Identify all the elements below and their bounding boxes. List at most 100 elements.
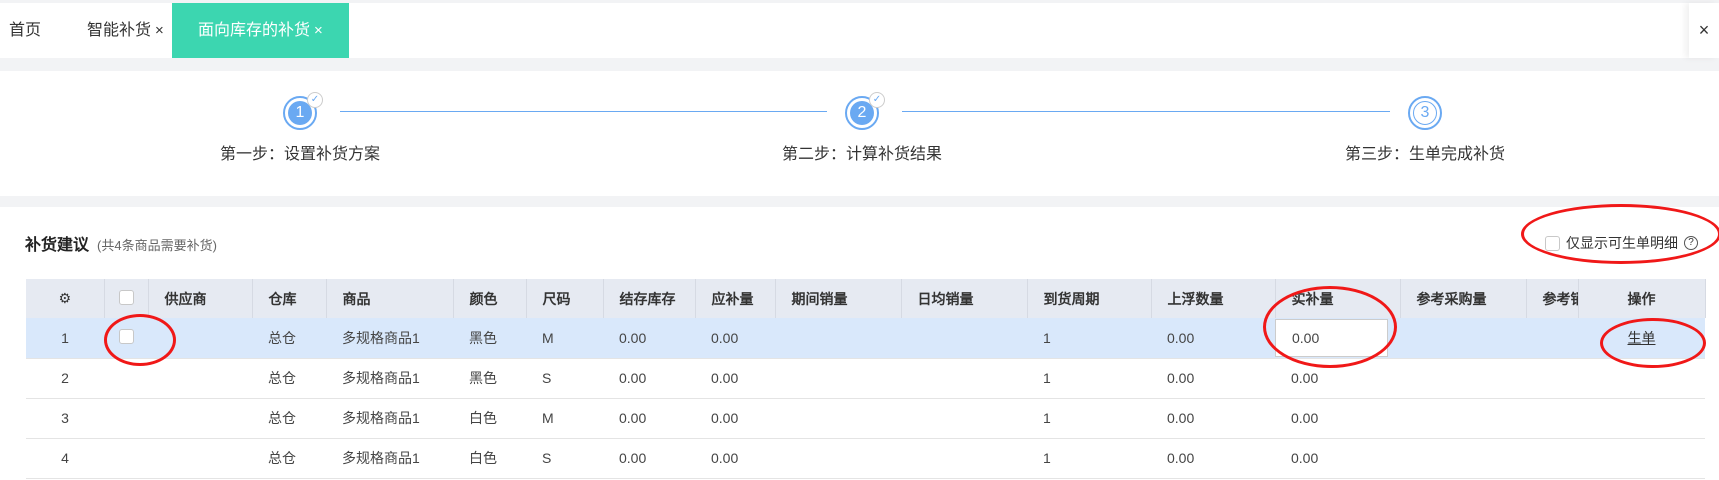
col-color[interactable]: 颜色 bbox=[453, 279, 527, 318]
select-all-checkbox[interactable] bbox=[104, 279, 149, 318]
cell-stock: 0.00 bbox=[603, 438, 695, 479]
checkbox[interactable] bbox=[118, 328, 134, 344]
cell-period bbox=[775, 358, 901, 399]
section-subtitle: (共4条商品需要补货) bbox=[97, 238, 217, 253]
tab-smart-replenish[interactable]: 智能补货 × bbox=[87, 3, 164, 58]
cell-cycle: 1 bbox=[1027, 318, 1151, 359]
cell-daily bbox=[901, 438, 1027, 479]
col-stock[interactable]: 结存库存 bbox=[603, 279, 696, 318]
cell-daily bbox=[901, 358, 1027, 399]
section-title: 补货建议 (共4条商品需要补货) bbox=[25, 231, 217, 255]
row-checkbox-cell bbox=[104, 358, 148, 399]
cell-stock: 0.00 bbox=[603, 318, 695, 359]
col-arrival-cycle[interactable]: 到货周期 bbox=[1027, 279, 1152, 318]
tab-label: 智能补货 bbox=[87, 22, 152, 39]
cell-cycle: 1 bbox=[1027, 398, 1151, 439]
col-supplier[interactable]: 供应商 bbox=[148, 279, 253, 318]
col-float-qty[interactable]: 上浮数量 bbox=[1151, 279, 1276, 318]
actual-qty-input[interactable]: 0.00 bbox=[1275, 318, 1388, 357]
cell-float: 0.00 bbox=[1151, 398, 1275, 439]
cell-cycle: 1 bbox=[1027, 438, 1151, 479]
col-daily-sales[interactable]: 日均销量 bbox=[901, 279, 1028, 318]
cell-supplier bbox=[148, 358, 252, 399]
table-header: ⚙ 供应商 仓库 商品 颜色 尺码 结存库存 应补量 期间销量 日均销量 到货周… bbox=[26, 279, 1706, 318]
cell-actions bbox=[1578, 438, 1705, 479]
create-order-link[interactable]: 生单 bbox=[1628, 330, 1656, 346]
cell-float: 0.00 bbox=[1151, 438, 1275, 479]
tab-bar: 首页 智能补货 × 面向库存的补货 × × bbox=[0, 3, 1719, 58]
cell-actual[interactable]: 0.00 bbox=[1275, 318, 1400, 359]
cell-actions: 生单 bbox=[1578, 318, 1705, 359]
col-item[interactable]: 商品 bbox=[326, 279, 454, 318]
cell-wh: 总仓 bbox=[252, 318, 326, 359]
checkbox bbox=[118, 289, 134, 305]
col-size[interactable]: 尺码 bbox=[526, 279, 604, 318]
cell-wh: 总仓 bbox=[252, 358, 326, 399]
table-row[interactable]: 3 总仓 多规格商品1 白色 M 0.00 0.00 1 0.00 0.00 bbox=[26, 398, 1705, 439]
cell-period bbox=[775, 318, 901, 359]
checkbox[interactable] bbox=[1545, 235, 1560, 251]
cell-ref2 bbox=[1526, 358, 1578, 399]
col-actual-qty[interactable]: 实补量 bbox=[1275, 279, 1401, 318]
cell-actual: 0.00 bbox=[1275, 358, 1400, 399]
option-label: 仅显示可生单明细 bbox=[1566, 235, 1678, 251]
cell-daily bbox=[901, 318, 1027, 359]
cell-item: 多规格商品1 bbox=[326, 438, 453, 479]
cell-supplier bbox=[148, 318, 252, 359]
cell-wh: 总仓 bbox=[252, 438, 326, 479]
title-text: 补货建议 bbox=[25, 237, 90, 254]
cell-actions bbox=[1578, 398, 1705, 439]
cell-ref bbox=[1400, 438, 1526, 479]
stepper: 1 ✓ 第一步：设置补货方案 2 ✓ 第二步：计算补货结果 3 第三步：生单完成补货 bbox=[0, 71, 1719, 196]
cell-float: 0.00 bbox=[1151, 318, 1275, 359]
cell-ref bbox=[1400, 318, 1526, 359]
cell-size: S bbox=[526, 438, 603, 479]
cell-ref bbox=[1400, 398, 1526, 439]
cell-size: M bbox=[526, 398, 603, 439]
cell-color: 黑色 bbox=[453, 318, 526, 359]
suggestion-table: ⚙ 供应商 仓库 商品 颜色 尺码 结存库存 应补量 期间销量 日均销量 到货周… bbox=[26, 279, 1706, 479]
tab-home[interactable]: 首页 bbox=[9, 3, 41, 58]
row-checkbox-cell bbox=[104, 438, 148, 479]
gear-icon: ⚙ bbox=[58, 290, 72, 306]
table-row[interactable]: 4 总仓 多规格商品1 白色 S 0.00 0.00 1 0.00 0.00 bbox=[26, 438, 1705, 479]
cell-period bbox=[775, 438, 901, 479]
table-row[interactable]: 1 总仓 多规格商品1 黑色 M 0.00 0.00 1 0.00 0.00 生单 bbox=[26, 318, 1705, 359]
close-icon[interactable]: × bbox=[314, 22, 323, 39]
close-icon[interactable]: × bbox=[155, 22, 164, 39]
row-checkbox[interactable] bbox=[104, 318, 148, 359]
column-settings-button[interactable]: ⚙ bbox=[26, 279, 105, 318]
col-actions: 操作 bbox=[1578, 279, 1706, 318]
col-ref-sales[interactable]: 参考销 bbox=[1526, 279, 1579, 318]
cell-daily bbox=[901, 398, 1027, 439]
cell-ref2 bbox=[1526, 318, 1578, 359]
cell-should: 0.00 bbox=[695, 398, 775, 439]
cell-actions bbox=[1578, 358, 1705, 399]
tab-inventory-replenish[interactable]: 面向库存的补货 × bbox=[172, 3, 349, 58]
check-icon: ✓ bbox=[307, 92, 323, 108]
step-2: 2 ✓ 第二步：计算补货结果 bbox=[732, 71, 992, 164]
close-all-tabs-button[interactable]: × bbox=[1689, 3, 1719, 58]
col-should-replenish[interactable]: 应补量 bbox=[695, 279, 776, 318]
check-icon: ✓ bbox=[869, 92, 885, 108]
cell-supplier bbox=[148, 398, 252, 439]
help-icon[interactable]: ? bbox=[1684, 236, 1698, 250]
col-period-sales[interactable]: 期间销量 bbox=[775, 279, 902, 318]
table-row[interactable]: 2 总仓 多规格商品1 黑色 S 0.00 0.00 1 0.00 0.00 bbox=[26, 358, 1705, 399]
cell-color: 黑色 bbox=[453, 358, 526, 399]
close-icon: × bbox=[1698, 20, 1710, 40]
cell-item: 多规格商品1 bbox=[326, 318, 453, 359]
cell-wh: 总仓 bbox=[252, 398, 326, 439]
only-show-orderable-toggle[interactable]: 仅显示可生单明细 ? bbox=[1545, 233, 1698, 253]
cell-color: 白色 bbox=[453, 398, 526, 439]
cell-stock: 0.00 bbox=[603, 398, 695, 439]
step-label: 第一步：设置补货方案 bbox=[219, 146, 380, 163]
cell-cycle: 1 bbox=[1027, 358, 1151, 399]
cell-should: 0.00 bbox=[695, 358, 775, 399]
cell-actual: 0.00 bbox=[1275, 438, 1400, 479]
col-warehouse[interactable]: 仓库 bbox=[252, 279, 327, 318]
cell-color: 白色 bbox=[453, 438, 526, 479]
cell-should: 0.00 bbox=[695, 318, 775, 359]
col-ref-purchase[interactable]: 参考采购量 bbox=[1400, 279, 1527, 318]
row-number: 1 bbox=[26, 318, 104, 359]
